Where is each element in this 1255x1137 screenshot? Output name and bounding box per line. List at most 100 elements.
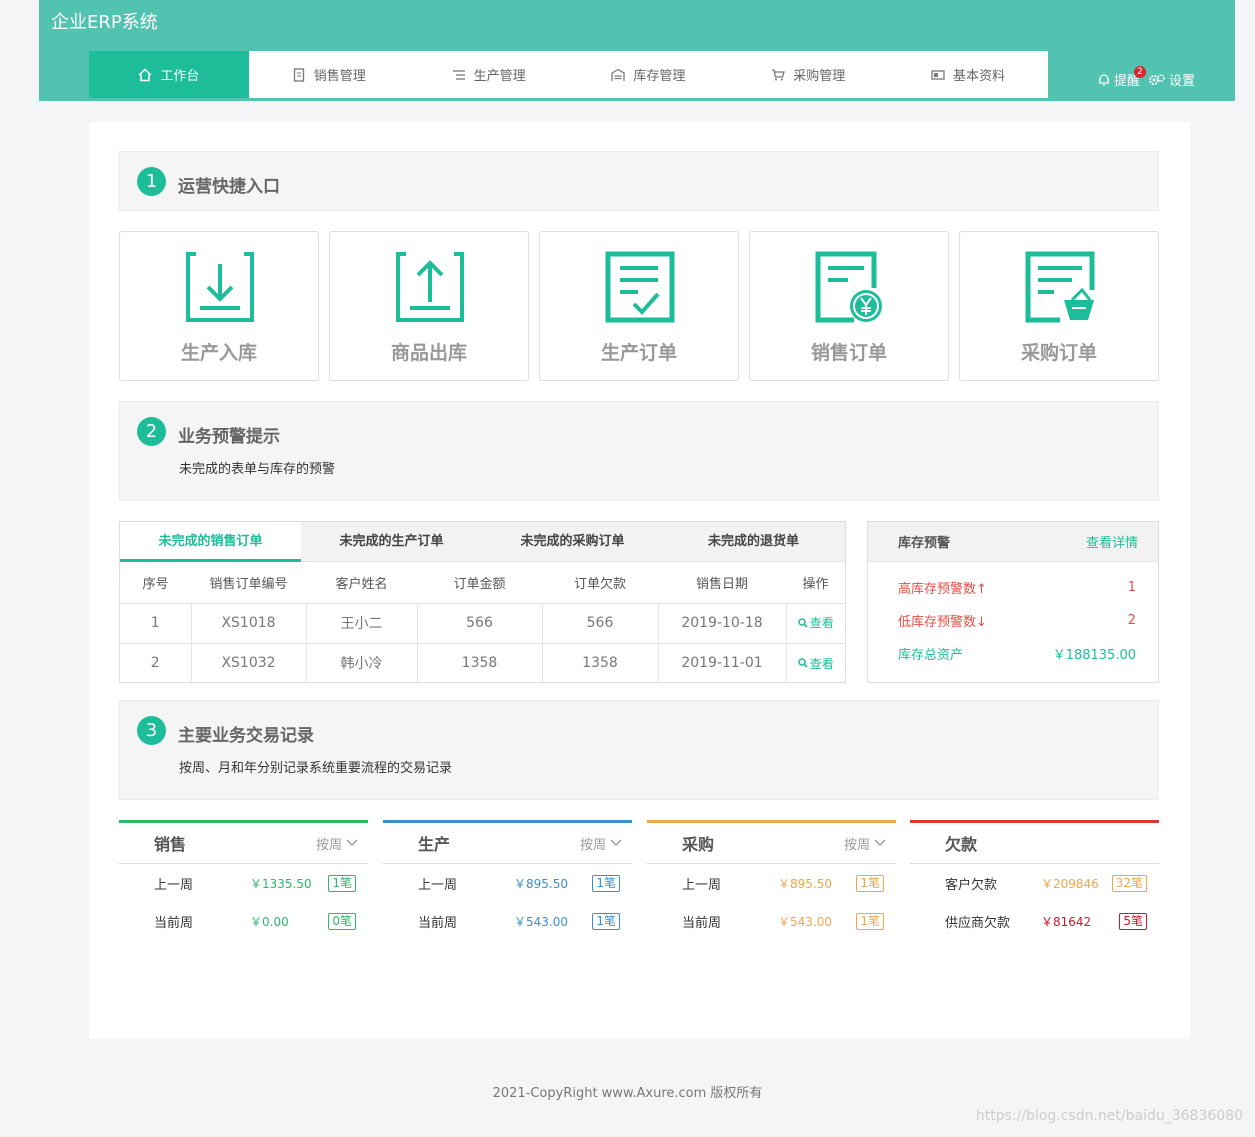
- tx-row-label: 供应商欠款: [945, 915, 1011, 931]
- tx-row-count: 1笔: [856, 874, 884, 892]
- section-number: 3: [137, 716, 166, 745]
- stock-warning-title: 库存预警: [898, 536, 951, 551]
- tx-header: 欠款: [910, 823, 1159, 864]
- shortcut-production-order[interactable]: 生产订单: [539, 231, 739, 381]
- tx-row: 当前周 ￥543.00 1笔: [647, 902, 896, 940]
- table-cell: 566: [417, 602, 543, 643]
- stock-low-row[interactable]: 低库存预警数↓ 2: [868, 604, 1158, 637]
- table-cell: 1358: [542, 642, 659, 683]
- column-header: 销售订单编号: [191, 562, 306, 604]
- shortcut-production-inbound[interactable]: 生产入库: [119, 231, 319, 381]
- nav-item-production[interactable]: 生产管理: [409, 51, 569, 98]
- stock-value: 2: [1127, 613, 1136, 628]
- nav-item-inventory[interactable]: 库存管理: [568, 51, 728, 98]
- nav-item-label: 销售管理: [313, 69, 366, 84]
- tab-pending-return-orders[interactable]: 未完成的退货单: [663, 522, 844, 561]
- table-cell: 查看: [786, 642, 845, 683]
- production-order-icon: [605, 251, 675, 323]
- tx-row-label: 当前周: [154, 915, 194, 931]
- tx-period-label: 按周: [315, 837, 342, 853]
- table-cell: 王小二: [306, 602, 418, 643]
- nav-item-sales[interactable]: 销售管理: [249, 51, 409, 98]
- table-cell: 1: [120, 602, 192, 643]
- tab-pending-purchase-orders[interactable]: 未完成的采购订单: [482, 522, 663, 561]
- tx-period-select[interactable]: 按周: [844, 834, 886, 853]
- nav-item-workbench[interactable]: 工作台: [89, 51, 249, 98]
- tx-row-amount: ￥543.00: [514, 914, 568, 929]
- table-row: 1 XS1018 王小二 566 566 2019-10-18 查看: [120, 602, 845, 643]
- chevron-down-icon: [874, 839, 886, 846]
- column-header: 订单金额: [417, 562, 542, 604]
- document-icon: [293, 67, 304, 82]
- stock-warning-panel: 库存预警 查看详情 高库存预警数↑ 1 低库存预警数↓ 2 库存总资产 ￥188…: [867, 521, 1159, 683]
- tx-row-count: 32笔: [1111, 874, 1147, 892]
- tx-row: 当前周 ￥0.00 0笔: [119, 902, 368, 940]
- table-cell: 2: [120, 642, 192, 683]
- settings-button[interactable]: 设置: [1148, 70, 1195, 89]
- shortcut-sales-order[interactable]: 销售订单: [749, 231, 949, 381]
- shortcut-goods-outbound[interactable]: 商品出库: [329, 231, 529, 381]
- tx-row-count: 1笔: [592, 912, 620, 930]
- shortcut-purchase-order[interactable]: 采购订单: [959, 231, 1159, 381]
- table-cell: 韩小冷: [306, 642, 418, 683]
- tx-row-amount: ￥895.50: [778, 876, 832, 891]
- tx-row-amount: ￥895.50: [514, 876, 568, 891]
- stock-high-row[interactable]: 高库存预警数↑ 1: [868, 571, 1158, 604]
- stock-value: 1: [1127, 580, 1136, 595]
- nav-item-purchase[interactable]: 采购管理: [728, 51, 888, 98]
- order-tabs: 未完成的销售订单 未完成的生产订单 未完成的采购订单 未完成的退货单: [120, 522, 845, 562]
- tx-period-label: 按周: [843, 837, 870, 853]
- tx-row-label: 当前周: [682, 915, 722, 931]
- table-cell: XS1032: [191, 642, 307, 683]
- tx-header: 生产 按周: [383, 823, 632, 864]
- table-cell: 1358: [417, 642, 543, 683]
- tx-row: 供应商欠款 ￥81642 5笔: [910, 902, 1159, 940]
- stock-label: 库存总资产: [898, 648, 964, 663]
- stock-details-link[interactable]: 查看详情: [1086, 532, 1138, 551]
- tx-title: 销售: [154, 835, 187, 854]
- tx-row-label: 上一周: [154, 877, 194, 893]
- tx-header: 销售 按周: [119, 823, 368, 864]
- tx-card-purchase: 采购 按周 上一周 ￥895.50 1笔 当前周 ￥543.00 1笔: [647, 820, 896, 960]
- tx-period-select[interactable]: 按周: [580, 834, 622, 853]
- nav-item-label: 生产管理: [473, 69, 526, 84]
- watermark-text: https://blog.csdn.net/baidu_36836080: [975, 1108, 1243, 1124]
- tab-pending-sales-orders[interactable]: 未完成的销售订单: [120, 522, 301, 562]
- magnifier-icon: [797, 658, 808, 668]
- tx-card-production: 生产 按周 上一周 ￥895.50 1笔 当前周 ￥543.00 1笔: [383, 820, 632, 960]
- stock-value: ￥188135.00: [1052, 648, 1136, 663]
- tx-row-label: 上一周: [682, 877, 722, 893]
- table-cell: 查看: [786, 602, 845, 643]
- tab-pending-production-orders[interactable]: 未完成的生产订单: [301, 522, 482, 561]
- section-number: 1: [137, 167, 166, 196]
- sales-order-icon: [815, 251, 882, 323]
- shortcut-label: 采购订单: [1020, 342, 1097, 364]
- view-order-link[interactable]: 查看: [797, 614, 834, 631]
- column-header: 序号: [120, 562, 191, 604]
- tx-card-debt: 欠款 客户欠款 ￥209846 32笔 供应商欠款 ￥81642 5笔: [910, 820, 1159, 960]
- tx-row: 上一周 ￥895.50 1笔: [383, 864, 632, 902]
- column-header: 操作: [786, 562, 845, 604]
- table-cell: XS1018: [191, 602, 307, 643]
- tx-row-amount: ￥0.00: [250, 914, 289, 929]
- settings-label: 设置: [1168, 74, 1195, 89]
- chevron-down-icon: [610, 839, 622, 846]
- tx-row-amount: ￥1335.50: [250, 876, 312, 891]
- tx-row-count: 1笔: [856, 912, 884, 930]
- tx-period-select[interactable]: 按周: [316, 834, 358, 853]
- tx-row: 上一周 ￥1335.50 1笔: [119, 864, 368, 902]
- nav-item-label: 工作台: [160, 69, 200, 84]
- stock-warning-header: 库存预警 查看详情: [868, 522, 1158, 562]
- orders-table: 序号 销售订单编号 客户姓名 订单金额 订单欠款 销售日期 操作 1 XS101…: [120, 562, 845, 683]
- section-shortcuts-header: 1 运营快捷入口: [119, 151, 1159, 211]
- magnifier-icon: [797, 618, 808, 628]
- nav-item-basic-data[interactable]: 基本资料: [888, 51, 1048, 98]
- view-order-link[interactable]: 查看: [797, 655, 834, 672]
- view-label: 查看: [809, 616, 834, 631]
- list-icon: [452, 69, 465, 80]
- remind-button[interactable]: 提醒 2: [1097, 66, 1146, 89]
- tx-title: 生产: [418, 835, 451, 854]
- stock-total-row[interactable]: 库存总资产 ￥188135.00: [868, 637, 1158, 670]
- shortcut-label: 销售订单: [810, 342, 887, 364]
- nav-item-label: 库存管理: [633, 69, 686, 84]
